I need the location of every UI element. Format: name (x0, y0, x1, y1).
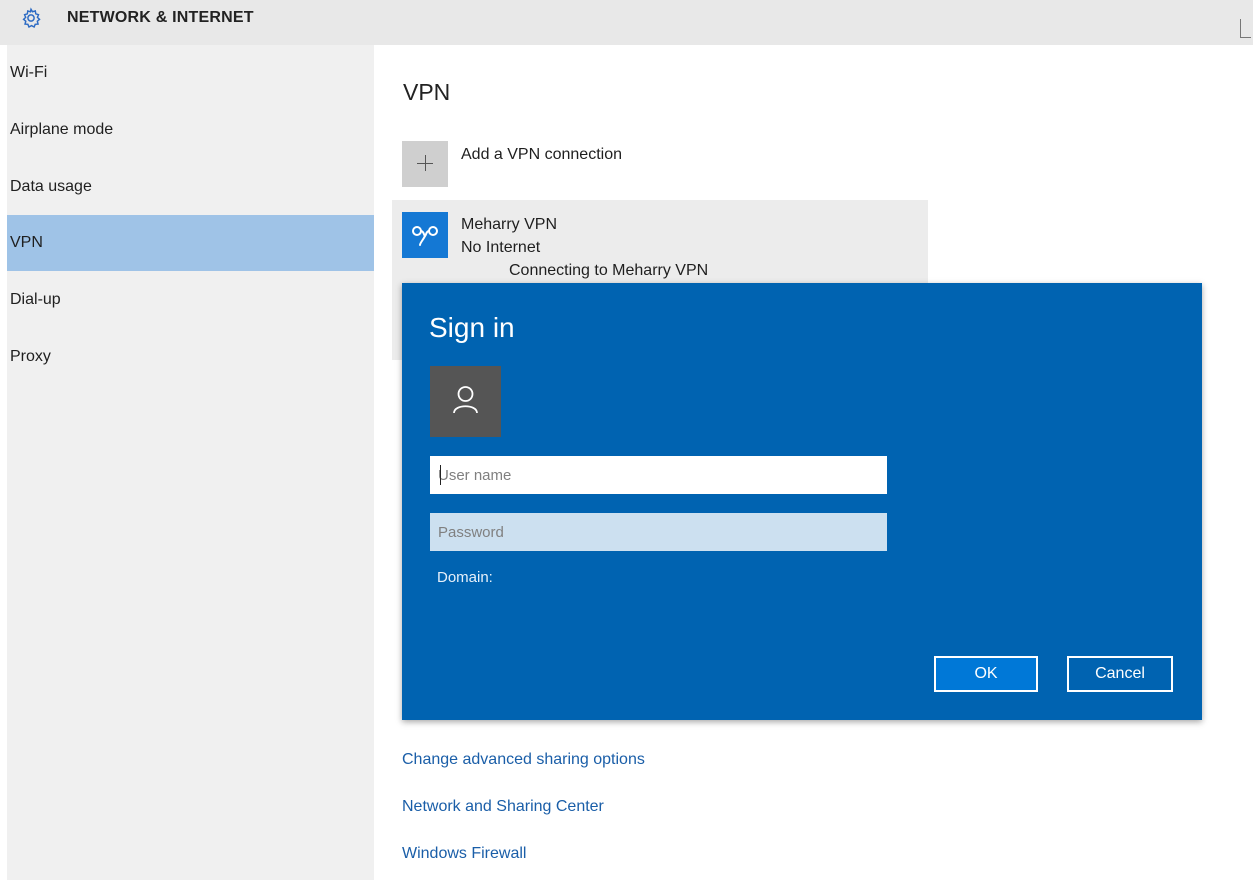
plus-icon (402, 141, 448, 187)
password-input[interactable] (430, 513, 887, 551)
section-title: VPN (403, 79, 451, 105)
window-edge (1240, 19, 1251, 38)
vpn-status: No Internet (461, 239, 541, 256)
vpn-connecting-text: Connecting to Meharry VPN (509, 262, 709, 279)
vpn-icon (402, 212, 448, 258)
page-title: NETWORK & INTERNET (67, 9, 254, 26)
sidebar-item-label: VPN (10, 234, 43, 251)
title-bar: NETWORK & INTERNET (0, 0, 1253, 45)
sidebar-item-wifi[interactable]: Wi-Fi (7, 45, 374, 101)
sidebar-item-label: Wi-Fi (10, 64, 48, 81)
sidebar: Wi-Fi Airplane mode Data usage VPN Dial-… (7, 45, 374, 880)
link-change-advanced-sharing[interactable]: Change advanced sharing options (402, 751, 645, 769)
user-icon (430, 366, 501, 437)
add-vpn-button[interactable]: Add a VPN connection (402, 141, 702, 189)
sidebar-item-dial-up[interactable]: Dial-up (7, 272, 374, 328)
vpn-name: Meharry VPN (461, 216, 558, 233)
text-caret (440, 465, 441, 485)
gear-icon (22, 7, 41, 29)
username-input[interactable] (430, 456, 887, 494)
sidebar-item-label: Data usage (10, 178, 92, 195)
add-vpn-label: Add a VPN connection (461, 146, 622, 163)
sidebar-item-label: Dial-up (10, 291, 61, 308)
sidebar-item-label: Airplane mode (10, 121, 114, 138)
dialog-title: Sign in (429, 312, 515, 343)
sidebar-item-proxy[interactable]: Proxy (7, 329, 374, 385)
domain-label: Domain: (437, 569, 493, 586)
sidebar-item-airplane-mode[interactable]: Airplane mode (7, 102, 374, 158)
sidebar-item-label: Proxy (10, 348, 51, 365)
link-network-sharing-center[interactable]: Network and Sharing Center (402, 798, 604, 816)
sidebar-item-vpn[interactable]: VPN (7, 215, 374, 271)
sign-in-dialog: Sign in Domain: OK Cancel (402, 283, 1202, 720)
cancel-button[interactable]: Cancel (1067, 656, 1173, 692)
sidebar-item-data-usage[interactable]: Data usage (7, 159, 374, 215)
link-windows-firewall[interactable]: Windows Firewall (402, 845, 526, 863)
ok-button[interactable]: OK (934, 656, 1038, 692)
